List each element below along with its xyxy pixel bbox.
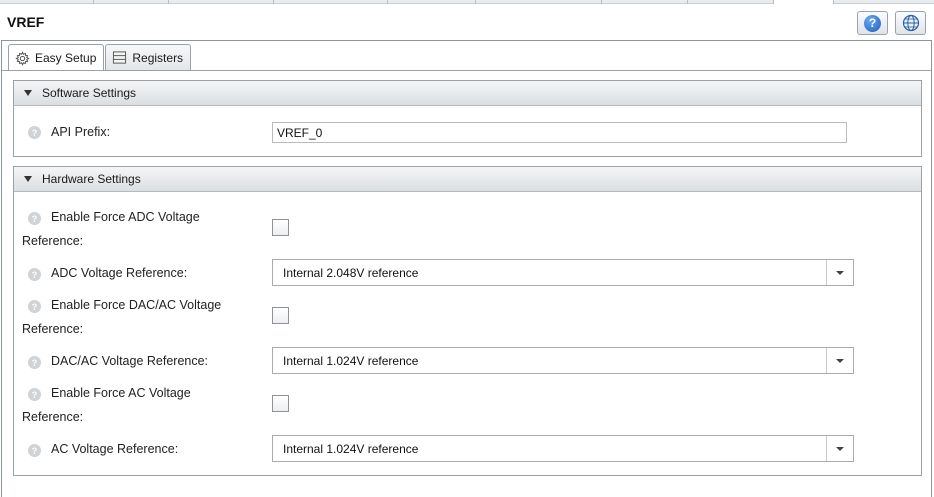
dac-ref-value: Internal 1.024V reference bbox=[283, 353, 419, 368]
tab-label: Easy Setup bbox=[35, 51, 97, 65]
chevron-down-icon bbox=[836, 358, 844, 363]
collapse-triangle-icon bbox=[24, 90, 32, 96]
software-settings-section: Software Settings ? API Prefix: bbox=[13, 80, 922, 157]
help-icon: ? bbox=[864, 14, 881, 32]
collapse-triangle-icon bbox=[24, 176, 32, 182]
help-hint-icon[interactable]: ? bbox=[28, 126, 41, 139]
chevron-down-icon bbox=[836, 270, 844, 275]
help-hint-icon[interactable]: ? bbox=[28, 268, 41, 281]
api-prefix-input[interactable] bbox=[272, 122, 847, 143]
tab-registers[interactable]: Registers bbox=[105, 44, 192, 70]
gear-icon bbox=[15, 50, 30, 66]
force-adc-label: Enable Force ADC Voltage bbox=[51, 210, 200, 224]
help-hint-icon[interactable]: ? bbox=[28, 388, 41, 401]
dropdown-arrow-box[interactable] bbox=[826, 260, 853, 285]
force-dac-label: Enable Force DAC/AC Voltage bbox=[51, 298, 222, 312]
section-title: Software Settings bbox=[42, 86, 137, 100]
force-ac-label-cont: Reference: bbox=[22, 410, 84, 424]
adc-ref-value: Internal 2.048V reference bbox=[283, 265, 419, 280]
globe-icon bbox=[902, 14, 919, 32]
dropdown-arrow-box[interactable] bbox=[826, 436, 853, 461]
force-ac-checkbox[interactable] bbox=[272, 395, 289, 412]
force-ac-label: Enable Force AC Voltage bbox=[51, 386, 191, 400]
force-dac-label-cont: Reference: bbox=[22, 322, 84, 336]
title-bar: VREF ? bbox=[0, 4, 934, 40]
software-settings-header[interactable]: Software Settings bbox=[14, 81, 921, 106]
help-hint-icon[interactable]: ? bbox=[28, 212, 41, 225]
api-prefix-label: API Prefix: bbox=[51, 125, 111, 139]
chevron-down-icon bbox=[836, 446, 844, 451]
force-adc-label-cont: Reference: bbox=[22, 234, 84, 248]
section-title: Hardware Settings bbox=[42, 172, 141, 186]
adc-ref-label: ADC Voltage Reference: bbox=[51, 266, 188, 280]
tab-label: Registers bbox=[132, 50, 184, 65]
ac-ref-value: Internal 1.024V reference bbox=[283, 441, 419, 456]
tab-bar: Easy Setup Registers bbox=[8, 44, 192, 71]
dac-ref-dropdown[interactable]: Internal 1.024V reference bbox=[272, 347, 854, 374]
ac-ref-dropdown[interactable]: Internal 1.024V reference bbox=[272, 435, 854, 462]
help-hint-icon[interactable]: ? bbox=[28, 444, 41, 457]
hardware-settings-section: Hardware Settings ? Enable Force ADC Vol… bbox=[13, 166, 922, 476]
dac-ref-label: DAC/AC Voltage Reference: bbox=[51, 354, 209, 368]
config-panel: Easy Setup Registers Software Settings ?… bbox=[1, 40, 932, 497]
window-title: VREF bbox=[7, 14, 45, 30]
register-list-icon bbox=[113, 51, 127, 64]
help-hint-icon[interactable]: ? bbox=[28, 356, 41, 369]
force-dac-checkbox[interactable] bbox=[272, 307, 289, 324]
adc-ref-dropdown[interactable]: Internal 2.048V reference bbox=[272, 259, 854, 286]
web-button[interactable] bbox=[895, 11, 926, 35]
tab-easy-setup[interactable]: Easy Setup bbox=[8, 44, 105, 71]
hardware-settings-header[interactable]: Hardware Settings bbox=[14, 167, 921, 192]
help-button[interactable]: ? bbox=[857, 11, 888, 35]
ac-ref-label: AC Voltage Reference: bbox=[51, 442, 179, 456]
tab-divider bbox=[2, 70, 931, 71]
force-adc-checkbox[interactable] bbox=[272, 219, 289, 236]
help-hint-icon[interactable]: ? bbox=[28, 300, 41, 313]
dropdown-arrow-box[interactable] bbox=[826, 348, 853, 373]
